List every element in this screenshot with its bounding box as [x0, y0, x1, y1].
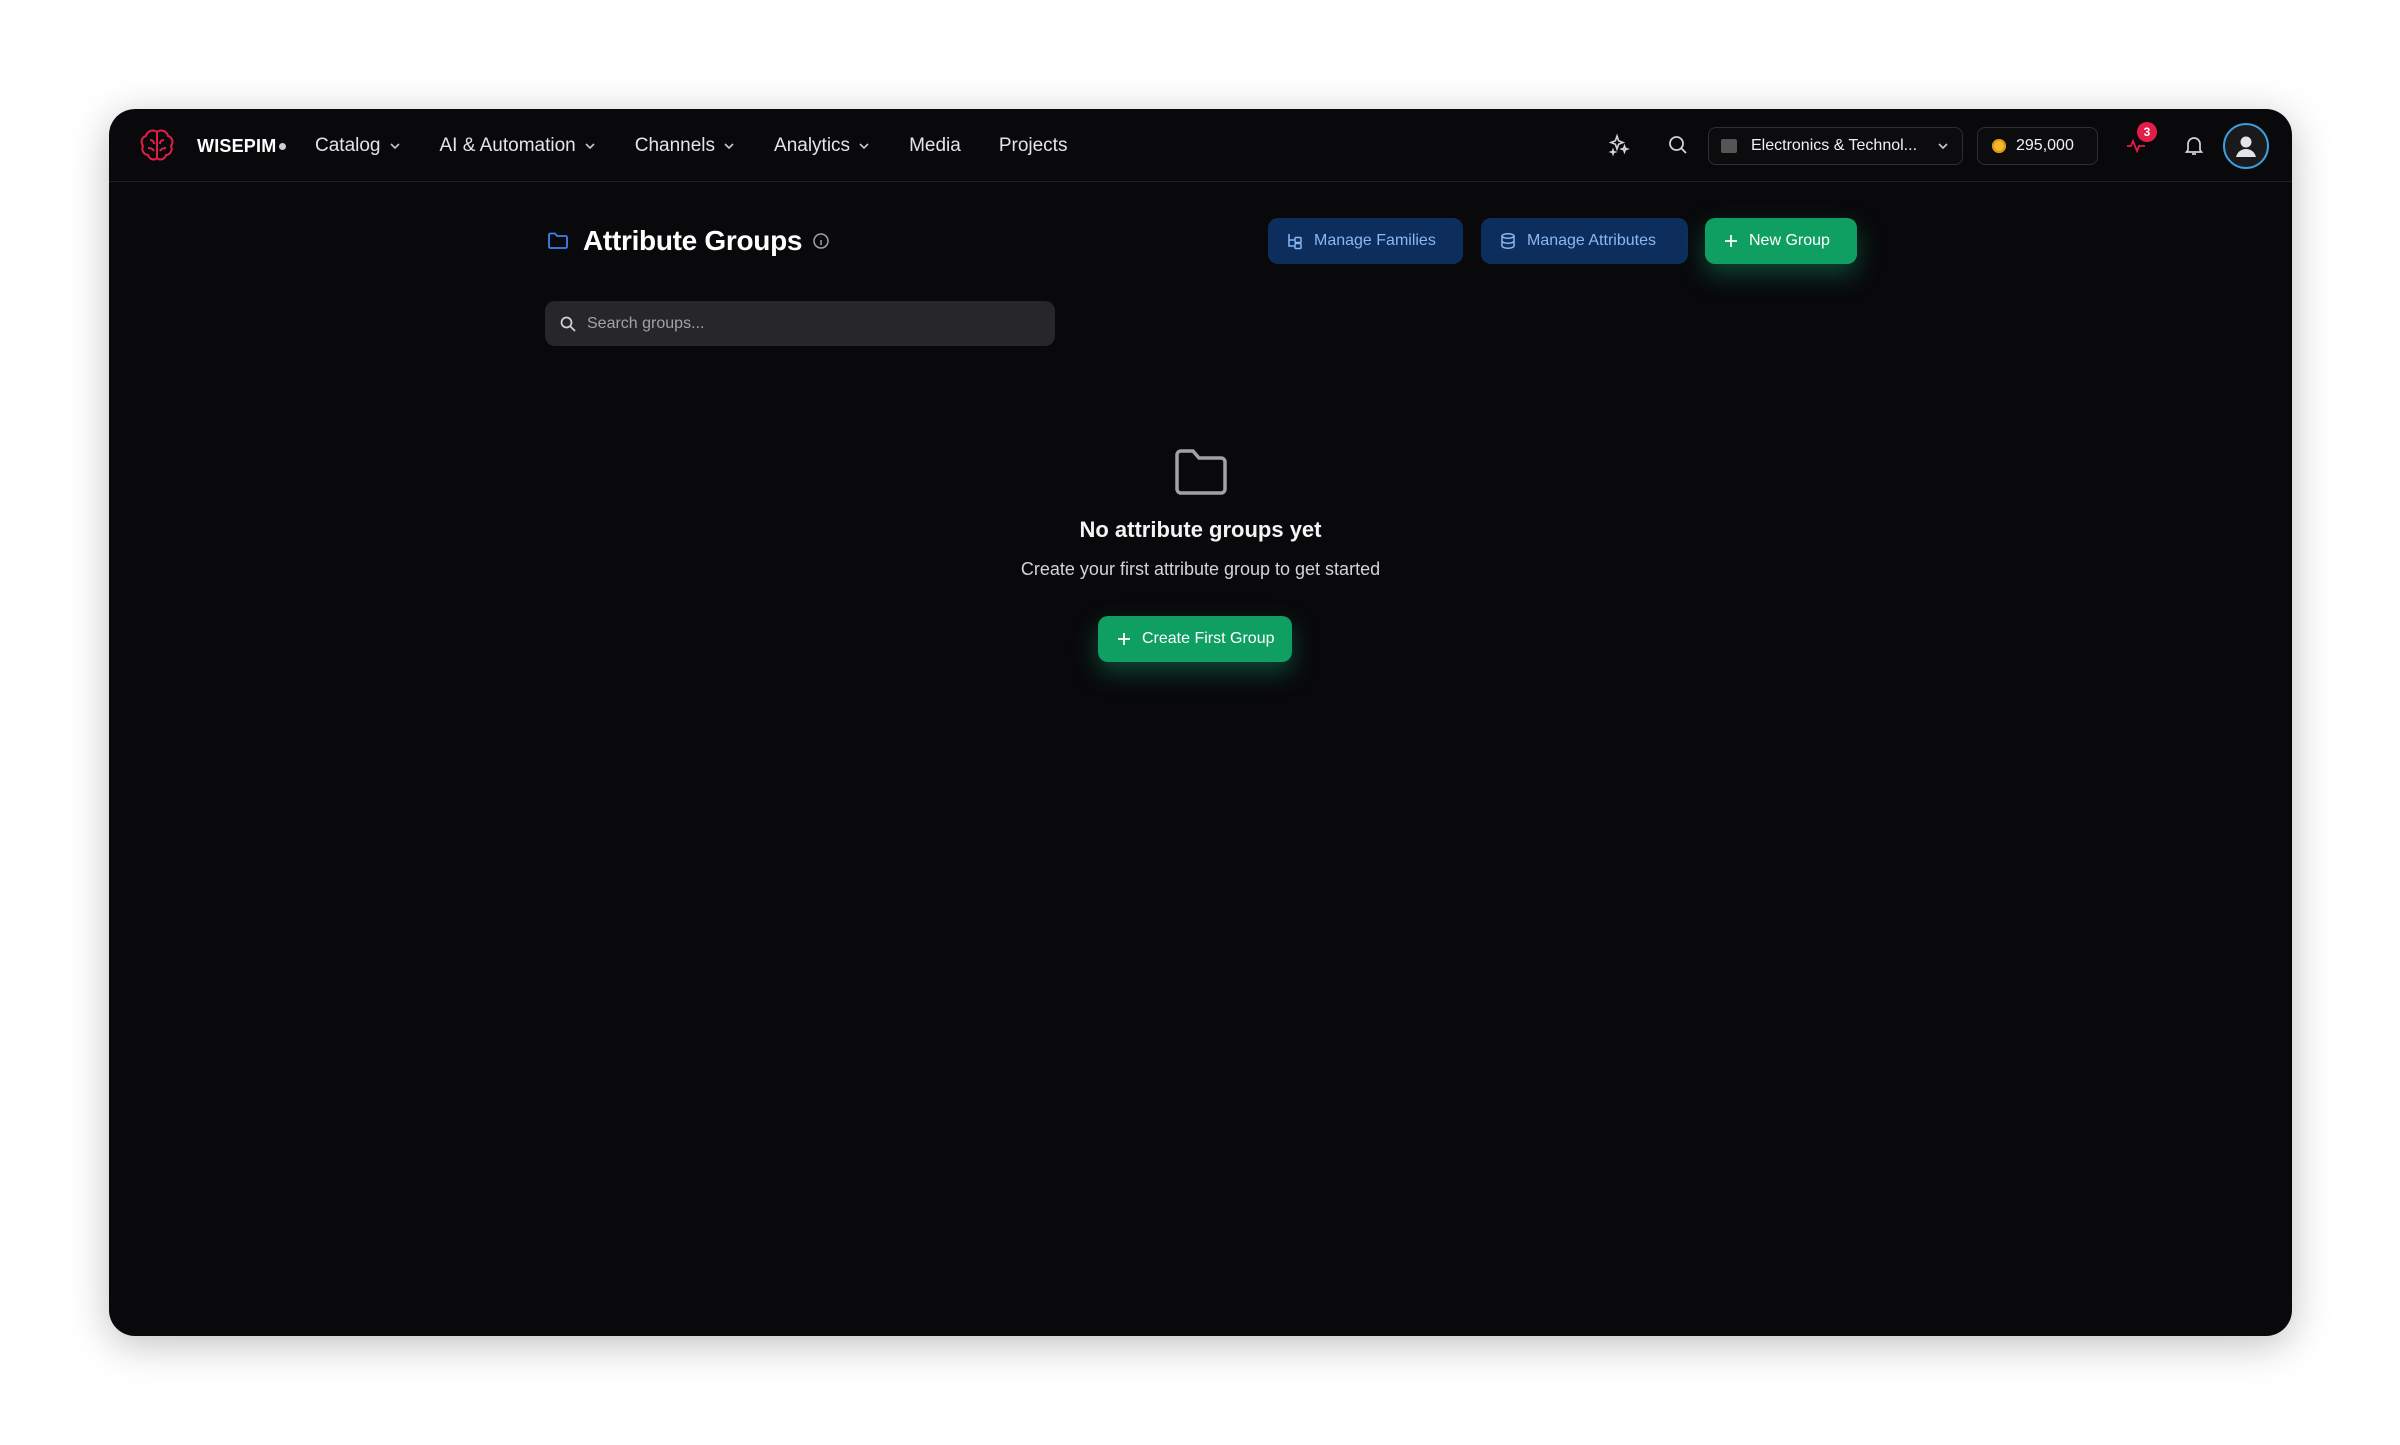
- brand[interactable]: WISEPIM: [137, 126, 287, 166]
- workspace-selector[interactable]: Electronics & Technol...: [1708, 127, 1963, 165]
- credits-value: 295,000: [2016, 137, 2074, 154]
- empty-state-subtitle: Create your first attribute group to get…: [1020, 559, 1381, 579]
- app-window: WISEPIM Catalog AI & Automation Channels…: [109, 109, 2292, 1336]
- credits-balance[interactable]: 295,000: [1977, 127, 2098, 165]
- brand-dot: [279, 143, 287, 151]
- info-icon[interactable]: [812, 232, 830, 250]
- button-label: Manage Attributes: [1527, 232, 1656, 249]
- page-title: Attribute Groups: [583, 225, 803, 256]
- nav-channels[interactable]: Channels: [635, 135, 736, 157]
- bell-icon: [2184, 137, 2204, 155]
- empty-state-title: No attribute groups yet: [1079, 517, 1322, 542]
- empty-state: No attribute groups yet Create your firs…: [109, 447, 2292, 580]
- button-label: Create First Group: [1142, 630, 1275, 647]
- nav-label: Catalog: [315, 134, 381, 156]
- nav-ai-automation[interactable]: AI & Automation: [440, 135, 597, 157]
- activity-count-badge: 3: [2137, 122, 2157, 142]
- global-search-button[interactable]: [1662, 129, 1694, 161]
- user-avatar[interactable]: [2223, 123, 2269, 169]
- nav-label: Channels: [634, 134, 716, 156]
- nav-catalog[interactable]: Catalog: [315, 135, 402, 157]
- hierarchy-icon: [1288, 234, 1302, 250]
- nav-media[interactable]: Media: [909, 135, 961, 157]
- main-nav: Catalog AI & Automation Channels Analyti…: [315, 109, 1105, 182]
- brand-name: WISEPIM: [197, 136, 287, 157]
- search-bar[interactable]: [545, 301, 1055, 346]
- chevron-down-icon: [724, 142, 734, 149]
- search-icon: [560, 316, 576, 332]
- sparkles-icon: [1608, 133, 1630, 157]
- brain-logo-icon: [140, 129, 174, 161]
- ai-sparkles-button[interactable]: [1603, 129, 1635, 161]
- database-icon: [1501, 233, 1515, 249]
- manage-attributes-button[interactable]: Manage Attributes: [1481, 218, 1688, 264]
- nav-label: Media: [909, 134, 961, 156]
- user-icon: [2236, 136, 2256, 157]
- search-input[interactable]: [587, 314, 1037, 333]
- nav-analytics[interactable]: Analytics: [774, 135, 871, 157]
- top-navigation-bar: WISEPIM Catalog AI & Automation Channels…: [109, 109, 2292, 182]
- manage-families-button[interactable]: Manage Families: [1268, 218, 1463, 264]
- plus-icon: [1118, 633, 1130, 645]
- chevron-down-icon: [585, 142, 595, 149]
- chevron-down-icon: [1938, 143, 1948, 150]
- folder-icon: [1174, 449, 1227, 495]
- chevron-down-icon: [389, 142, 400, 149]
- nav-label: AI & Automation: [439, 134, 576, 156]
- create-first-group-button[interactable]: Create First Group: [1098, 616, 1293, 662]
- nav-label: Analytics: [774, 134, 851, 156]
- notifications-button[interactable]: [2178, 129, 2210, 161]
- button-label: New Group: [1749, 232, 1830, 249]
- search-icon: [1669, 136, 1687, 154]
- page-header: Attribute Groups: [547, 225, 830, 257]
- plus-icon: [1725, 235, 1737, 247]
- folder-icon: [548, 232, 568, 249]
- nav-label: Projects: [998, 134, 1068, 156]
- chevron-down-icon: [859, 142, 869, 149]
- nav-projects[interactable]: Projects: [999, 135, 1068, 157]
- workspace-flag-icon: [1721, 139, 1737, 153]
- button-label: Manage Families: [1314, 232, 1436, 249]
- new-group-button[interactable]: New Group: [1705, 218, 1857, 264]
- coin-icon: [1992, 139, 2006, 153]
- workspace-label: Electronics & Technol...: [1751, 137, 1918, 154]
